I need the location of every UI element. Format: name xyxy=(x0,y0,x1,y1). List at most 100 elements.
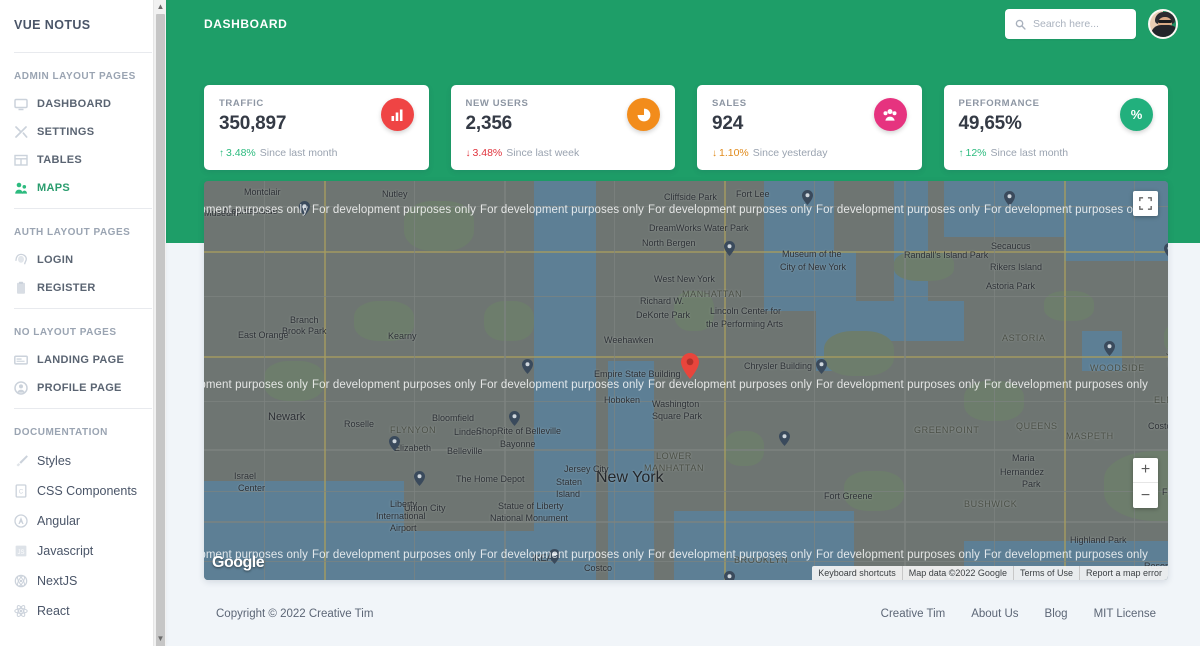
map-label: ASTORIA xyxy=(1002,333,1046,343)
stat-card-footer: ↓ 1.10% Since yesterday xyxy=(712,147,907,159)
map-attribution-item[interactable]: Terms of Use xyxy=(1012,566,1079,580)
map-location-marker[interactable] xyxy=(681,353,699,379)
footer-link-about-us[interactable]: About Us xyxy=(971,608,1018,620)
map-label: Weehawken xyxy=(604,335,654,345)
sidebar-item-react[interactable]: React xyxy=(0,596,166,626)
map-label: Bayonne xyxy=(500,439,536,449)
stat-card-footer: ↑ 12% Since last month xyxy=(959,147,1154,159)
map-label: Lincoln Center for xyxy=(710,306,782,316)
stat-card-percent: 1.10% xyxy=(719,147,749,159)
sidebar-scrollbar[interactable]: ▲ ▼ xyxy=(153,0,166,646)
map-label: Highland Park xyxy=(1070,535,1127,545)
sidebar-item-nextjs[interactable]: NextJS xyxy=(0,566,166,596)
map-attribution-item[interactable]: Report a map error xyxy=(1078,566,1168,580)
brand-logo[interactable]: VUE NOTUS xyxy=(0,0,166,46)
stat-card-change: ↑ 3.48% xyxy=(219,147,256,159)
sidebar-item-landing-page[interactable]: LANDING PAGE xyxy=(0,346,166,374)
fullscreen-icon xyxy=(1139,197,1152,210)
map-poi-marker[interactable] xyxy=(1104,341,1115,356)
avatar[interactable] xyxy=(1148,9,1178,39)
sidebar-item-javascript[interactable]: JS Javascript xyxy=(0,536,166,566)
map-canvas[interactable]: New York MANHATTAN QUEENS BROOKLYN Newark Eas… xyxy=(204,181,1168,580)
stat-card-percent: 3.48% xyxy=(472,147,503,159)
map-dev-watermark: For development purposes only xyxy=(816,379,980,391)
map-label: Rikers Island xyxy=(990,262,1043,272)
avatar-body xyxy=(1151,25,1176,37)
sidebar-item-styles[interactable]: Styles xyxy=(0,446,166,476)
fullscreen-button[interactable] xyxy=(1133,191,1158,216)
sidebar-item-settings[interactable]: SETTINGS xyxy=(0,118,166,146)
map-label: Astoria Park xyxy=(986,281,1036,291)
map-label: Museum of the xyxy=(782,249,842,259)
map-label: MASPETH xyxy=(1066,431,1114,441)
footer-link-creative-tim[interactable]: Creative Tim xyxy=(881,608,946,620)
monitor-icon xyxy=(14,97,28,111)
footer-link-blog[interactable]: Blog xyxy=(1045,608,1068,620)
arrow-down-icon: ↓ xyxy=(465,148,471,159)
map-zoom-controls[interactable]: + − xyxy=(1133,458,1158,508)
arrow-up-icon: ↑ xyxy=(958,148,964,159)
map-label: Fort Lee xyxy=(736,189,770,199)
map-label: MANHATTAN xyxy=(644,463,705,473)
zoom-in-button[interactable]: + xyxy=(1133,458,1158,483)
map-label: Staten xyxy=(556,477,583,487)
map-label: National Monument xyxy=(490,513,569,523)
map-road xyxy=(204,491,1168,492)
map-label: Costco xyxy=(584,563,613,573)
stat-card-footer: ↓ 3.48% Since last week xyxy=(466,147,661,159)
stat-card-since: Since yesterday xyxy=(752,147,828,159)
map-label: Costco Wholesale xyxy=(1148,421,1168,431)
footer-link-mit-license[interactable]: MIT License xyxy=(1094,608,1156,620)
sidebar-nav: ADMIN LAYOUT PAGES DASHBOARD SETTINGS TABLE… xyxy=(0,53,166,626)
scroll-down-arrow-icon[interactable]: ▼ xyxy=(154,632,167,646)
sidebar-item-register[interactable]: REGISTER xyxy=(0,274,166,302)
map-dev-watermark: For development purposes only xyxy=(816,204,980,216)
map-dev-watermark: For development purposes only xyxy=(312,549,476,561)
map-road xyxy=(204,521,1168,523)
map-dev-watermark: For development purposes only xyxy=(204,204,308,216)
map-label: BUSHWICK xyxy=(964,499,1018,509)
zoom-out-button[interactable]: − xyxy=(1133,483,1158,508)
map-road xyxy=(814,181,815,580)
map-road xyxy=(204,251,1168,253)
map-poi-marker[interactable] xyxy=(779,431,790,446)
map-label: GREENPOINT xyxy=(914,425,980,435)
search-input[interactable] xyxy=(1033,18,1126,30)
stat-card-new-users: NEW USERS 2,356 ↓ 3.48% Since last week xyxy=(450,85,675,170)
map-attribution-item[interactable]: Keyboard shortcuts xyxy=(812,566,902,580)
stat-card-change: ↓ 1.10% xyxy=(712,147,749,159)
map-dev-watermark: For development purposes only xyxy=(480,204,644,216)
map-label: Chrysler Building xyxy=(744,361,813,371)
copyright-text: Copyright © 2022 Creative Tim xyxy=(216,608,374,620)
map-label: North Bergen xyxy=(642,238,696,248)
sidebar-item-label: NextJS xyxy=(37,574,78,588)
map-dev-watermark: For development purposes only xyxy=(204,379,308,391)
search-box[interactable] xyxy=(1005,9,1136,39)
map-poi-marker[interactable] xyxy=(724,241,735,256)
map-water xyxy=(1162,181,1168,241)
map-label: ShopRite of Belleville xyxy=(476,426,562,436)
map-label: FLYNYON xyxy=(390,425,437,435)
map-dev-watermark: For development purposes only xyxy=(648,549,812,561)
sidebar-item-tables[interactable]: TABLES xyxy=(0,146,166,174)
map-poi-marker[interactable] xyxy=(414,471,425,486)
map-poi-marker[interactable] xyxy=(802,190,813,205)
sidebar-item-angular[interactable]: Angular xyxy=(0,506,166,536)
map-poi-marker[interactable] xyxy=(816,359,827,374)
map-poi-marker[interactable] xyxy=(522,359,533,374)
map-poi-marker[interactable] xyxy=(389,436,400,451)
sidebar-item-dashboard[interactable]: DASHBOARD xyxy=(0,90,166,118)
map-widget[interactable]: New York MANHATTAN QUEENS BROOKLYN Newark Eas… xyxy=(204,181,1168,580)
map-poi-marker[interactable] xyxy=(1164,243,1168,258)
map-poi-marker[interactable] xyxy=(724,571,735,580)
sidebar-item-maps[interactable]: MAPS xyxy=(0,174,166,202)
sidebar-item-css-components[interactable]: C CSS Components xyxy=(0,476,166,506)
sidebar-item-login[interactable]: LOGIN xyxy=(0,246,166,274)
stat-card-since: Since last week xyxy=(506,147,580,159)
map-label: Square Park xyxy=(652,411,703,421)
scroll-up-arrow-icon[interactable]: ▲ xyxy=(154,0,167,14)
sidebar-item-profile-page[interactable]: PROFILE PAGE xyxy=(0,374,166,402)
map-poi-marker[interactable] xyxy=(509,411,520,426)
map-attribution-item[interactable]: Map data ©2022 Google xyxy=(901,566,1013,580)
scrollbar-thumb[interactable] xyxy=(156,14,165,646)
